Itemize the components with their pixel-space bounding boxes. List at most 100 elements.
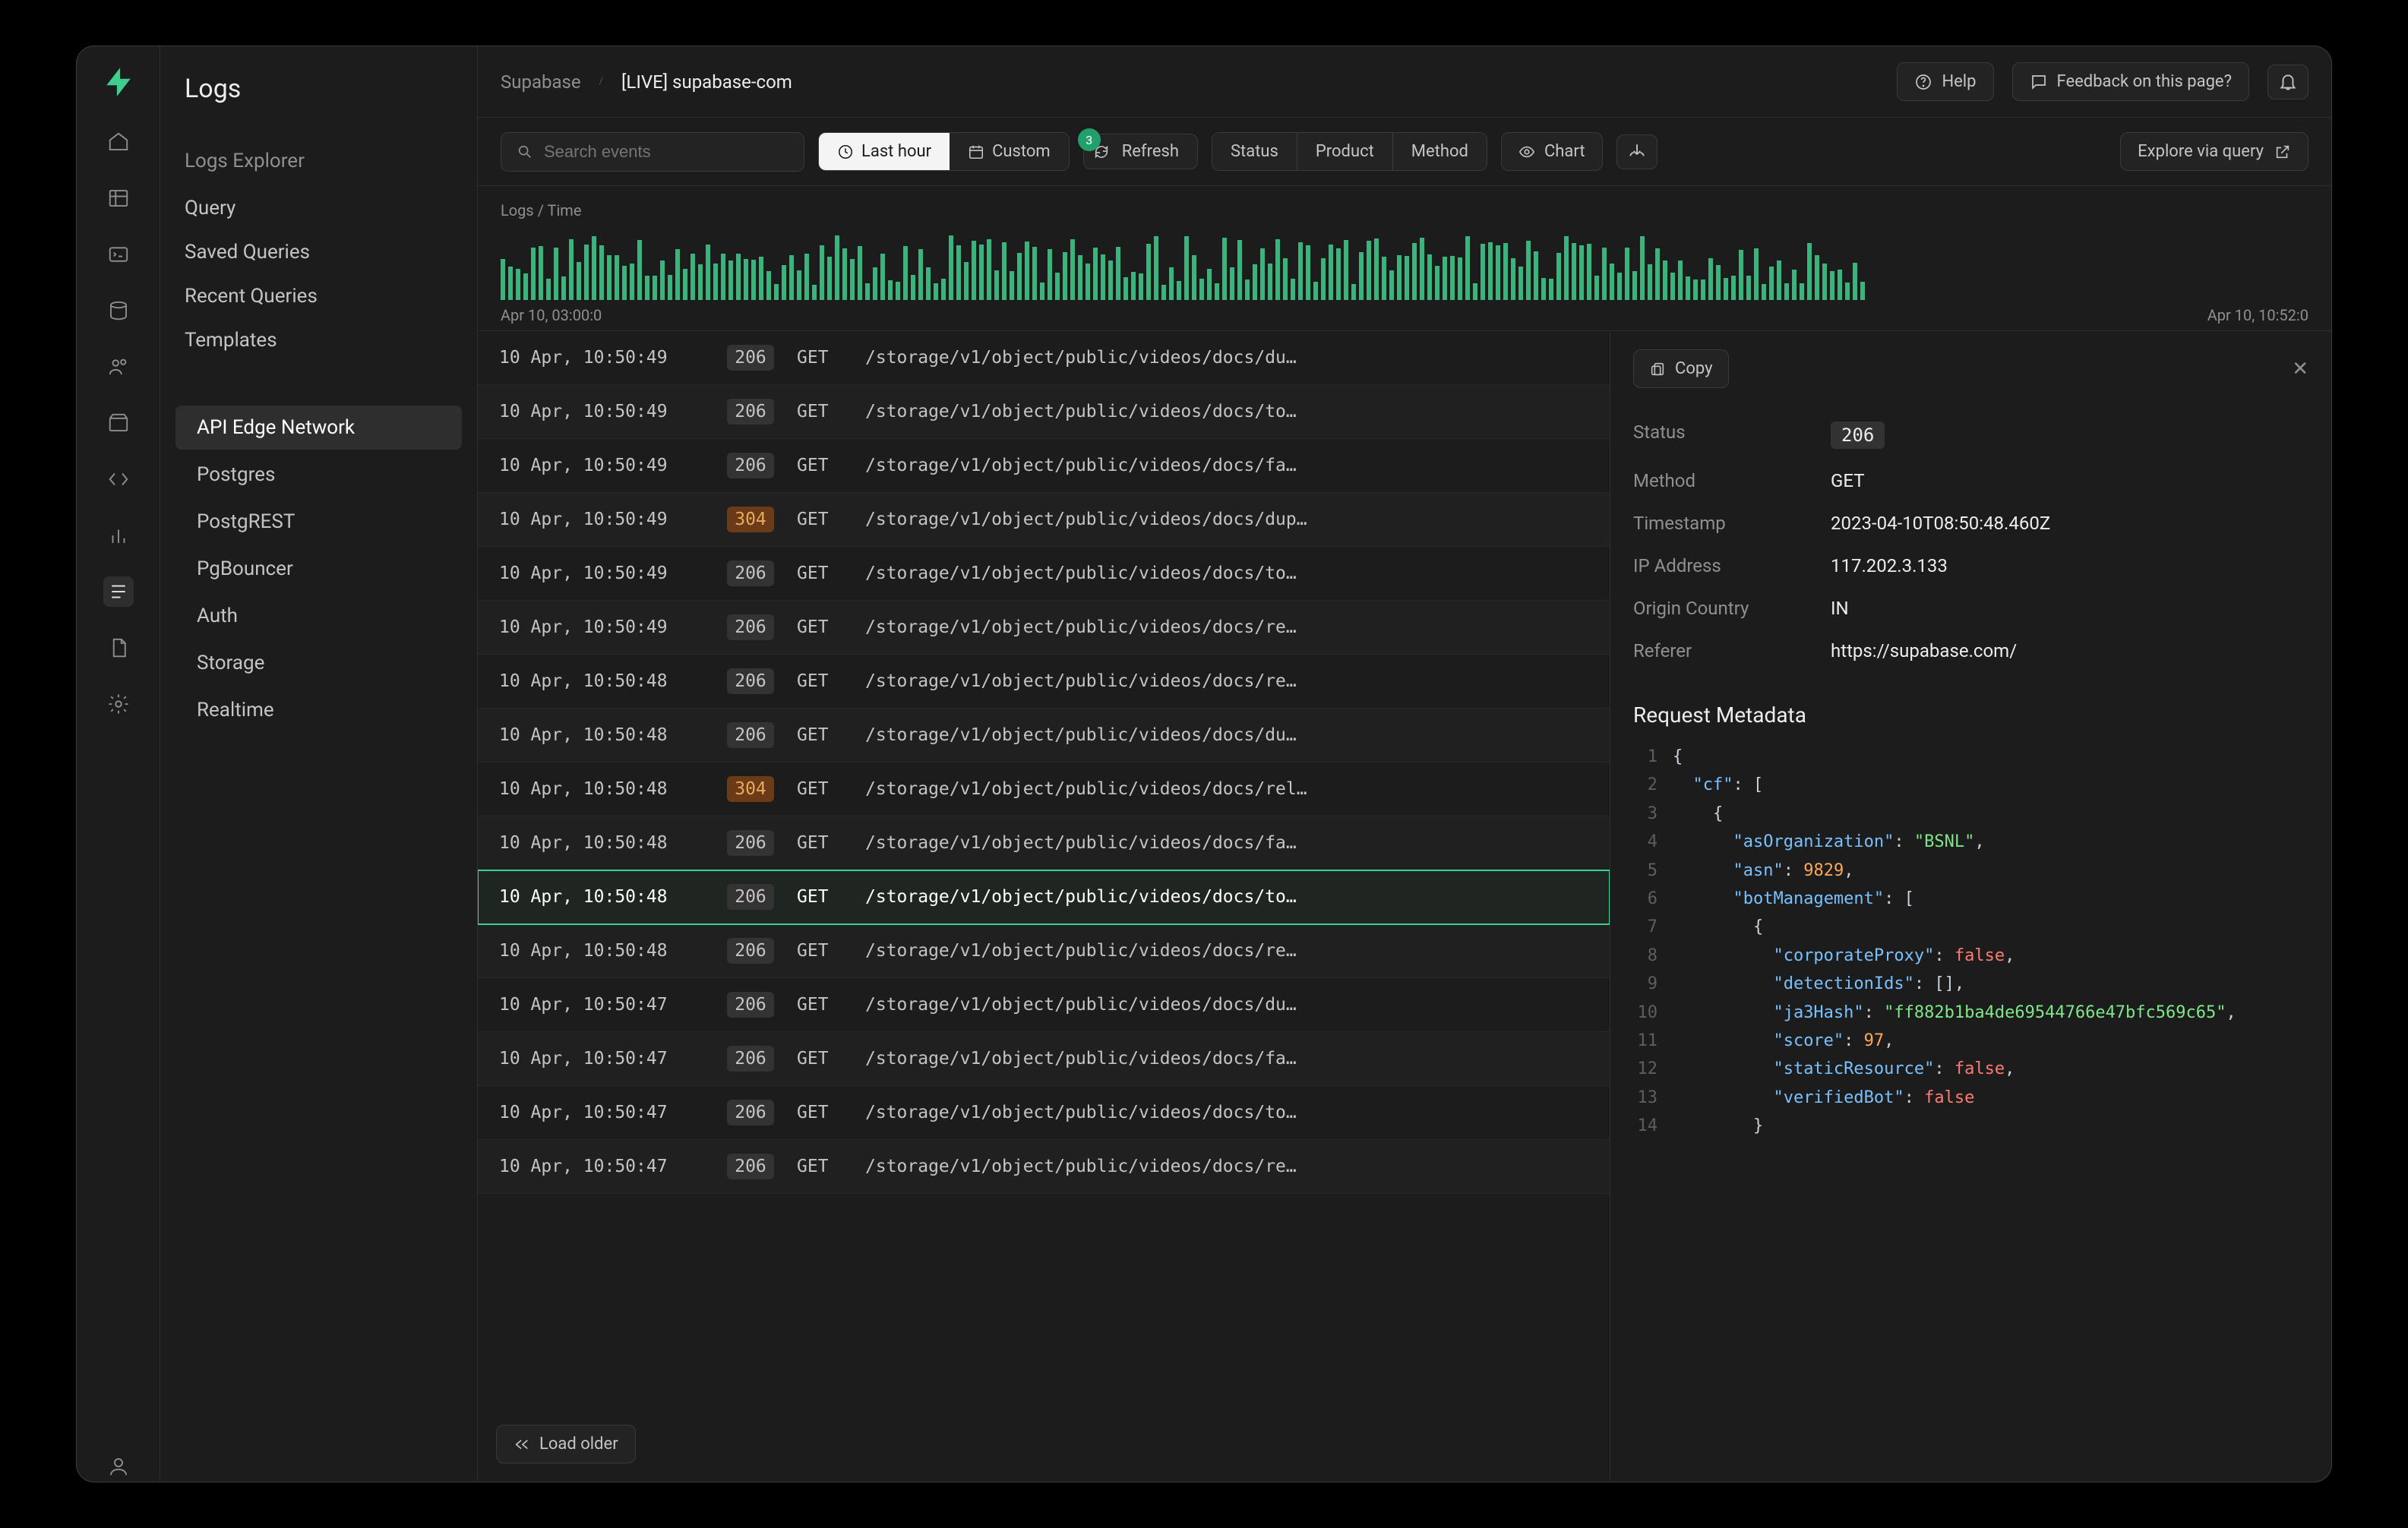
icon-rail [77, 46, 160, 1482]
metadata-json: 1{2 "cf": [3 {4 "asOrganization": "BSNL"… [1633, 743, 2308, 1140]
sidebar-item-storage[interactable]: Storage [175, 641, 462, 685]
feedback-button[interactable]: Feedback on this page? [2012, 62, 2249, 101]
log-path: /storage/v1/object/public/videos/docs/re… [865, 1157, 1588, 1176]
filter-status[interactable]: Status [1212, 133, 1297, 170]
log-path: /storage/v1/object/public/videos/docs/to… [865, 887, 1588, 907]
log-timestamp: 10 Apr, 10:50:49 [499, 402, 704, 421]
log-path: /storage/v1/object/public/videos/docs/to… [865, 564, 1588, 583]
log-row[interactable]: 10 Apr, 10:50:49304GET/storage/v1/object… [478, 493, 1610, 547]
clipboard-icon [1649, 361, 1666, 377]
sidebar-item-postgres[interactable]: Postgres [175, 453, 462, 497]
log-path: /storage/v1/object/public/videos/docs/du… [865, 348, 1588, 368]
database-icon[interactable] [103, 295, 134, 326]
log-method: GET [797, 671, 842, 691]
log-timestamp: 10 Apr, 10:50:48 [499, 779, 704, 799]
settings-icon[interactable] [103, 689, 134, 719]
detail-field: MethodGET [1633, 459, 2308, 502]
log-timestamp: 10 Apr, 10:50:49 [499, 564, 704, 583]
log-status: 206 [727, 992, 774, 1018]
log-timestamp: 10 Apr, 10:50:49 [499, 456, 704, 475]
user-icon[interactable] [103, 1451, 134, 1482]
notifications-button[interactable] [2267, 65, 2308, 99]
home-icon[interactable] [103, 127, 134, 157]
log-timestamp: 10 Apr, 10:50:47 [499, 1157, 704, 1176]
log-timestamp: 10 Apr, 10:50:49 [499, 510, 704, 529]
reports-icon[interactable] [103, 520, 134, 551]
filter-product[interactable]: Product [1297, 133, 1392, 170]
log-row[interactable]: 10 Apr, 10:50:49206GET/storage/v1/object… [478, 331, 1610, 385]
log-timestamp: 10 Apr, 10:50:48 [499, 941, 704, 961]
log-method: GET [797, 995, 842, 1015]
detail-panel: Copy ✕ Status206MethodGETTimestamp2023-0… [1610, 331, 2331, 1482]
storage-icon[interactable] [103, 408, 134, 438]
log-row[interactable]: 10 Apr, 10:50:49206GET/storage/v1/object… [478, 439, 1610, 493]
log-status: 206 [727, 830, 774, 856]
logs-icon[interactable] [103, 576, 134, 607]
sidebar-item-postgrest[interactable]: PostgREST [175, 500, 462, 544]
log-path: /storage/v1/object/public/videos/docs/re… [865, 617, 1588, 637]
log-path: /storage/v1/object/public/videos/docs/du… [865, 510, 1588, 529]
search-icon [517, 144, 533, 160]
log-timestamp: 10 Apr, 10:50:48 [499, 725, 704, 745]
log-row[interactable]: 10 Apr, 10:50:48206GET/storage/v1/object… [478, 870, 1610, 924]
filter-method[interactable]: Method [1392, 133, 1487, 170]
log-row[interactable]: 10 Apr, 10:50:48206GET/storage/v1/object… [478, 924, 1610, 978]
detail-field: Status206 [1633, 411, 2308, 459]
log-row[interactable]: 10 Apr, 10:50:48304GET/storage/v1/object… [478, 762, 1610, 816]
custom-range-button[interactable]: Custom [950, 133, 1069, 170]
log-timestamp: 10 Apr, 10:50:48 [499, 887, 704, 907]
last-hour-button[interactable]: Last hour [819, 133, 950, 170]
detail-field: IP Address117.202.3.133 [1633, 545, 2308, 587]
explore-query-button[interactable]: Explore via query [2120, 132, 2308, 171]
log-status: 206 [727, 668, 774, 694]
search-input[interactable] [501, 132, 804, 172]
table-editor-icon[interactable] [103, 183, 134, 213]
log-row[interactable]: 10 Apr, 10:50:47206GET/storage/v1/object… [478, 1032, 1610, 1086]
log-row[interactable]: 10 Apr, 10:50:47206GET/storage/v1/object… [478, 1140, 1610, 1194]
calendar-icon [968, 144, 984, 160]
log-timestamp: 10 Apr, 10:50:49 [499, 348, 704, 368]
sidebar-item-pgbouncer[interactable]: PgBouncer [175, 547, 462, 591]
breadcrumb-separator: / [599, 76, 603, 87]
log-status: 206 [727, 453, 774, 478]
log-row[interactable]: 10 Apr, 10:50:49206GET/storage/v1/object… [478, 547, 1610, 601]
log-row[interactable]: 10 Apr, 10:50:49206GET/storage/v1/object… [478, 385, 1610, 439]
log-row[interactable]: 10 Apr, 10:50:48206GET/storage/v1/object… [478, 709, 1610, 762]
download-button[interactable] [1616, 134, 1657, 169]
chart-toggle-button[interactable]: Chart [1501, 132, 1603, 171]
copy-button[interactable]: Copy [1633, 349, 1729, 388]
log-row[interactable]: 10 Apr, 10:50:49206GET/storage/v1/object… [478, 601, 1610, 655]
load-older-button[interactable]: Load older [496, 1425, 636, 1463]
help-button[interactable]: Help [1897, 62, 1993, 101]
breadcrumb-org[interactable]: Supabase [501, 71, 581, 93]
log-timestamp: 10 Apr, 10:50:47 [499, 995, 704, 1015]
sidebar-link-recent-queries[interactable]: Recent Queries [160, 274, 477, 318]
sidebar-link-saved-queries[interactable]: Saved Queries [160, 230, 477, 274]
log-status: 206 [727, 884, 774, 910]
detail-field: Refererhttps://supabase.com/ [1633, 630, 2308, 672]
log-method: GET [797, 1157, 842, 1176]
refresh-button[interactable]: 3 Refresh [1083, 134, 1198, 169]
auth-icon[interactable] [103, 352, 134, 382]
log-row[interactable]: 10 Apr, 10:50:47206GET/storage/v1/object… [478, 978, 1610, 1032]
sidebar-link-templates[interactable]: Templates [160, 318, 477, 362]
sidebar-item-realtime[interactable]: Realtime [175, 688, 462, 732]
log-row[interactable]: 10 Apr, 10:50:48206GET/storage/v1/object… [478, 655, 1610, 709]
sidebar-item-auth[interactable]: Auth [175, 594, 462, 638]
log-status: 206 [727, 399, 774, 425]
log-path: /storage/v1/object/public/videos/docs/re… [865, 671, 1588, 691]
log-timestamp: 10 Apr, 10:50:47 [499, 1049, 704, 1069]
sidebar-link-query[interactable]: Query [160, 186, 477, 230]
log-status: 206 [727, 560, 774, 586]
sql-editor-icon[interactable] [103, 239, 134, 270]
edge-functions-icon[interactable] [103, 464, 134, 494]
docs-icon[interactable] [103, 633, 134, 663]
breadcrumb-project[interactable]: [LIVE] supabase-com [621, 71, 792, 93]
log-row[interactable]: 10 Apr, 10:50:47206GET/storage/v1/object… [478, 1086, 1610, 1140]
log-status: 206 [727, 938, 774, 964]
log-path: /storage/v1/object/public/videos/docs/re… [865, 779, 1588, 799]
log-status: 206 [727, 722, 774, 748]
sidebar-item-api-edge-network[interactable]: API Edge Network [175, 406, 462, 450]
log-row[interactable]: 10 Apr, 10:50:48206GET/storage/v1/object… [478, 816, 1610, 870]
close-button[interactable]: ✕ [2292, 358, 2308, 380]
